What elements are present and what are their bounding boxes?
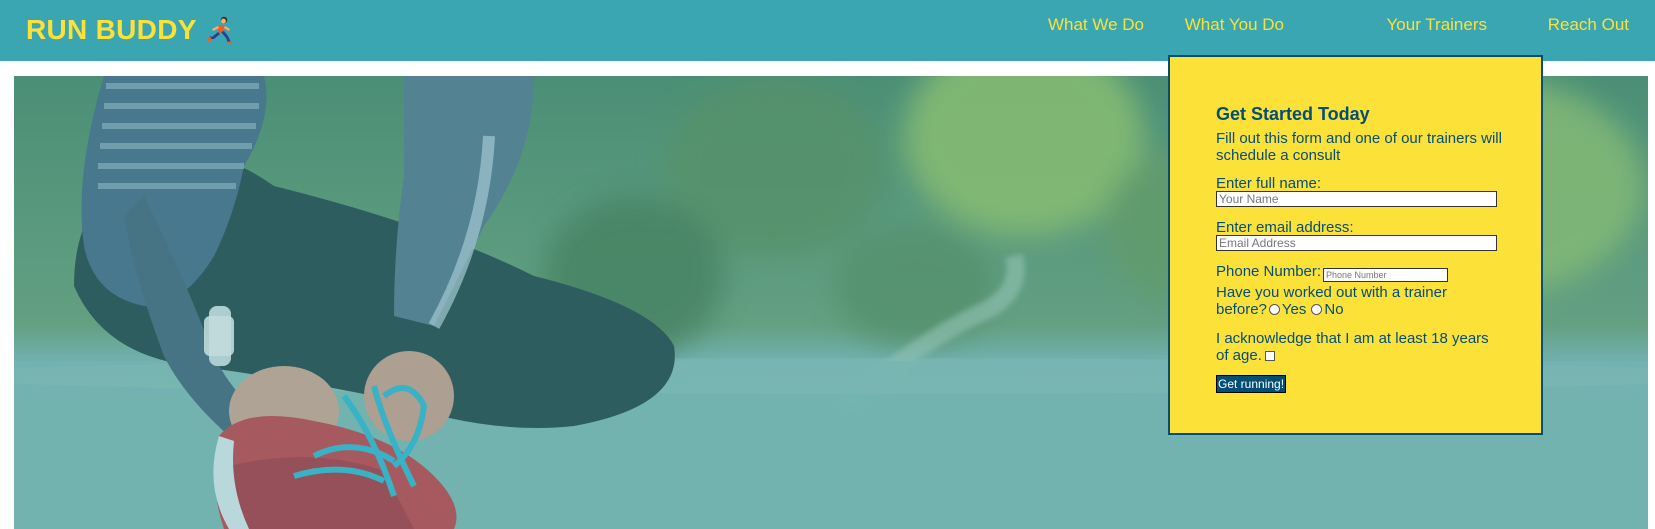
- no-radio[interactable]: [1311, 304, 1323, 315]
- site-logo[interactable]: RUN BUDDY: [26, 14, 233, 46]
- form-title: Get Started Today: [1216, 104, 1370, 124]
- ack-line1: I acknowledge that I am at least 18 year…: [1216, 330, 1489, 347]
- yes-radio[interactable]: [1268, 304, 1280, 315]
- name-input[interactable]: [1216, 191, 1497, 207]
- yes-label: Yes: [1281, 301, 1307, 318]
- trainer-question-line2: before?: [1216, 301, 1267, 318]
- runner-emoji-icon: [207, 16, 232, 44]
- name-label: Enter full name:: [1216, 175, 1322, 192]
- nav-reach-out[interactable]: Reach Out: [1548, 15, 1629, 35]
- ack-line2: of age.: [1216, 347, 1262, 364]
- nav-what-we-do[interactable]: What We Do: [1048, 15, 1144, 35]
- trainer-question-line1: Have you worked out with a trainer: [1216, 284, 1447, 301]
- trainer-question: Have you worked out with a trainer befor…: [1216, 284, 1516, 318]
- form-subtitle: Fill out this form and one of our traine…: [1216, 130, 1502, 164]
- get-started-form: Get Started Today Fill out this form and…: [1168, 55, 1543, 435]
- phone-input[interactable]: [1323, 268, 1448, 282]
- phone-label: Phone Number:: [1216, 263, 1322, 280]
- get-running-button[interactable]: Get running!: [1216, 375, 1287, 393]
- site-header: RUN BUDDY What We Do What You Do Your Tr…: [0, 0, 1655, 61]
- nav-your-trainers[interactable]: Your Trainers: [1387, 15, 1487, 35]
- email-input[interactable]: [1216, 235, 1497, 251]
- no-label: No: [1324, 301, 1344, 318]
- age-acknowledgement: I acknowledge that I am at least 18 year…: [1216, 330, 1516, 364]
- logo-text: RUN BUDDY: [26, 14, 197, 45]
- nav-what-you-do[interactable]: What You Do: [1185, 15, 1284, 35]
- age-checkbox[interactable]: [1264, 351, 1275, 361]
- email-label: Enter email address:: [1216, 219, 1354, 236]
